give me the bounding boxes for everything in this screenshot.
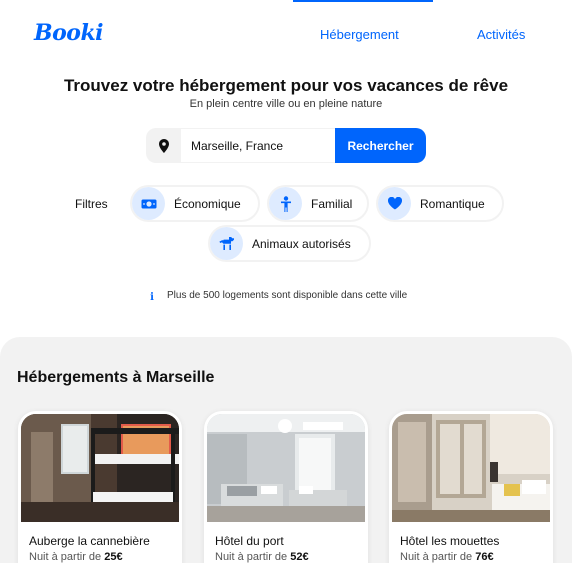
card-title: Auberge la cannebière <box>29 534 150 548</box>
location-pin-icon <box>146 128 181 163</box>
money-icon <box>132 187 165 220</box>
price-value: 52€ <box>290 551 309 563</box>
price-prefix: Nuit à partir de <box>215 551 288 563</box>
filter-label: Économique <box>174 196 241 211</box>
filter-label: Romantique <box>420 196 485 211</box>
price-prefix: Nuit à partir de <box>400 551 473 563</box>
booki-logo[interactable]: Booki <box>34 20 104 46</box>
filters-label: Filtres <box>75 197 108 211</box>
filter-economique[interactable]: Économique <box>130 185 260 222</box>
price-prefix: Nuit à partir de <box>29 551 102 563</box>
child-icon <box>269 187 302 220</box>
accommodation-card[interactable]: Hôtel du port Nuit à partir de 52€ <box>204 411 368 563</box>
search-button[interactable]: Rechercher <box>335 128 426 163</box>
filter-familial[interactable]: Familial <box>267 185 369 222</box>
info-icon: i <box>145 290 159 304</box>
card-price: Nuit à partir de 76€ <box>400 551 550 563</box>
card-title: Hôtel les mouettes <box>400 534 500 548</box>
filter-label: Animaux autorisés <box>252 236 351 251</box>
hero-title: Trouvez votre hébergement pour vos vacan… <box>63 76 509 95</box>
nav-link-hebergement[interactable]: Hébergement <box>320 27 399 42</box>
nav-link-activites[interactable]: Activités <box>477 27 525 42</box>
info-text: Plus de 500 logements sont disponible da… <box>167 290 408 301</box>
hostel-room-image <box>21 414 179 522</box>
dog-icon <box>210 227 243 260</box>
hotel-room-image <box>207 414 365 522</box>
search-bar: Rechercher <box>146 128 426 163</box>
filter-label: Familial <box>311 196 353 211</box>
section-title: Hébergements à Marseille <box>17 369 215 386</box>
accommodation-card[interactable]: Auberge la cannebière Nuit à partir de 2… <box>18 411 182 563</box>
price-value: 25€ <box>104 551 123 563</box>
card-title: Hôtel du port <box>215 534 284 548</box>
heart-icon <box>378 187 411 220</box>
active-nav-indicator <box>293 0 433 2</box>
price-value: 76€ <box>475 551 494 563</box>
accommodation-card[interactable]: Hôtel les mouettes Nuit à partir de 76€ <box>389 411 553 563</box>
hotel-bedroom-image <box>392 414 550 522</box>
info-message: i Plus de 500 logements sont disponible … <box>145 290 417 304</box>
card-price: Nuit à partir de 25€ <box>29 551 179 563</box>
hero-subtitle: En plein centre ville ou en pleine natur… <box>189 98 383 110</box>
card-price: Nuit à partir de 52€ <box>215 551 365 563</box>
search-input[interactable] <box>181 128 335 163</box>
filter-romantique[interactable]: Romantique <box>376 185 504 222</box>
filter-animaux-autorises[interactable]: Animaux autorisés <box>208 225 371 262</box>
